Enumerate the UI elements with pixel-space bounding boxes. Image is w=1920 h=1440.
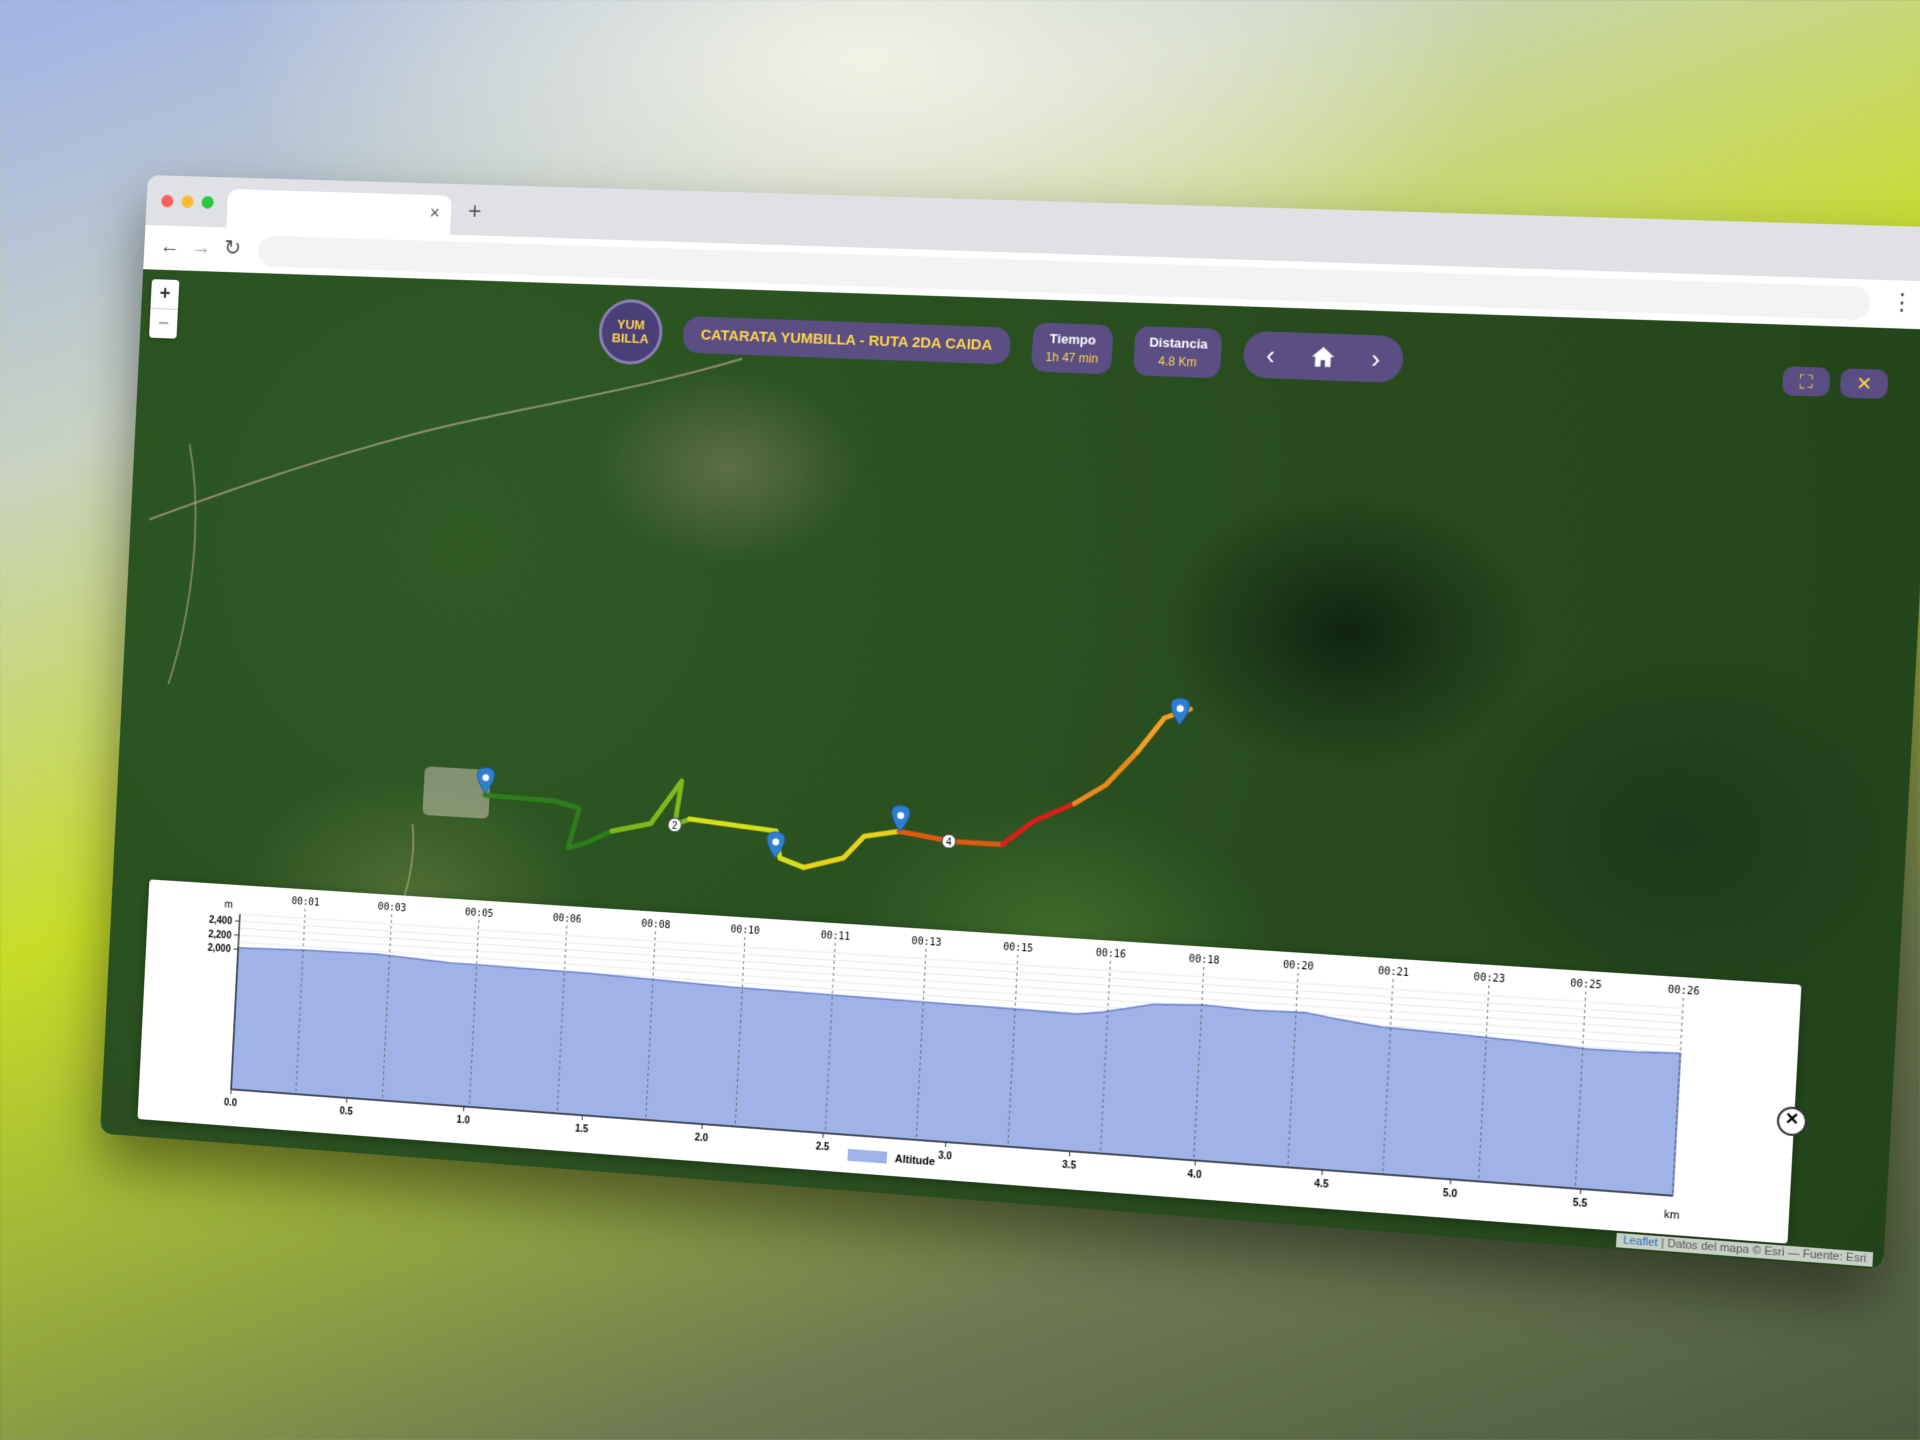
time-tick-label: 00:15: [1003, 942, 1034, 955]
home-icon[interactable]: [1309, 343, 1337, 370]
y-unit-label: m: [224, 898, 233, 910]
reload-icon[interactable]: ↻: [219, 235, 246, 261]
x-tick-label: 5.5: [1572, 1197, 1588, 1210]
time-tick-label: 00:13: [911, 936, 941, 949]
zoom-control: + −: [149, 279, 179, 339]
time-stat: Tiempo 1h 47 min: [1031, 322, 1114, 374]
map-corner-controls: ⛶ ✕: [1782, 366, 1889, 399]
distance-stat: Distancia 4.8 Km: [1134, 325, 1223, 378]
close-window-button[interactable]: [161, 195, 174, 208]
time-tick-label: 00:10: [730, 924, 760, 937]
x-tick-label: 4.5: [1314, 1178, 1329, 1191]
next-arrow-icon[interactable]: ›: [1370, 343, 1381, 374]
time-tick-label: 00:06: [552, 913, 581, 926]
window-controls: [161, 195, 214, 209]
route-title: CATARATA YUMBILLA - RUTA 2DA CAIDA: [683, 316, 1012, 365]
previous-arrow-icon[interactable]: ‹: [1265, 340, 1275, 371]
x-tick-label: 3.0: [938, 1150, 953, 1162]
zoom-out-button[interactable]: −: [149, 308, 178, 339]
time-tick-label: 00:01: [291, 896, 320, 909]
road: [168, 444, 199, 685]
time-tick-label: 00:03: [378, 902, 407, 915]
time-tick-label: 00:25: [1570, 978, 1602, 992]
time-tick-label: 00:23: [1473, 972, 1505, 986]
legend-label: Altitude: [894, 1153, 935, 1168]
zoom-in-button[interactable]: +: [150, 279, 179, 309]
route-segment: [1074, 748, 1137, 807]
x-tick-label: 2.0: [694, 1132, 709, 1144]
distance-value: 4.8 Km: [1148, 353, 1207, 369]
chart-legend: Altitude: [847, 1149, 935, 1169]
close-map-icon[interactable]: ✕: [1840, 368, 1889, 399]
new-tab-button[interactable]: +: [467, 198, 482, 226]
route-navigation: ‹ ›: [1243, 331, 1404, 383]
x-tick-label: 5.0: [1442, 1188, 1458, 1201]
forward-icon[interactable]: →: [188, 234, 215, 260]
browser-menu-icon[interactable]: ⋮: [1889, 289, 1914, 317]
x-tick-label: 4.0: [1187, 1169, 1202, 1181]
road: [149, 337, 742, 546]
brand-logo: YUM BILLA: [597, 298, 664, 365]
route-track[interactable]: [482, 672, 1190, 890]
x-tick-label: 2.5: [815, 1141, 830, 1153]
map-marker-icon[interactable]: [891, 805, 910, 832]
x-tick-label: 0.5: [339, 1106, 353, 1118]
minimize-window-button[interactable]: [181, 195, 194, 208]
maximize-window-button[interactable]: [201, 196, 214, 209]
x-tick-label: 1.0: [456, 1115, 470, 1127]
time-tick-label: 00:05: [465, 907, 494, 920]
time-value: 1h 47 min: [1045, 349, 1098, 365]
x-tick-label: 0.0: [224, 1097, 238, 1109]
satellite-map[interactable]: 2 4 + − YUM BILLA CATARATA YUMBILLA - RU…: [100, 269, 1920, 1270]
route-segment: [1002, 800, 1074, 849]
time-tick-label: 00:08: [641, 918, 671, 931]
time-tick-label: 00:20: [1283, 960, 1314, 973]
back-icon[interactable]: ←: [157, 233, 184, 259]
y-tick-label: 2,400: [209, 915, 233, 927]
time-tick-label: 00:18: [1189, 954, 1220, 967]
distance-label: Distancia: [1149, 334, 1208, 351]
time-tick-label: 00:26: [1667, 984, 1700, 998]
y-tick-label: 2,200: [208, 929, 232, 941]
x-unit-label: km: [1664, 1208, 1680, 1222]
legend-swatch: [847, 1149, 887, 1164]
route-segment: [482, 795, 613, 851]
browser-window: × + ← → ↻ ⋮ 2 4 + − YUM BILLA CATARATA Y…: [100, 175, 1920, 1270]
y-tick-label: 2,000: [207, 943, 231, 955]
route-segment: [687, 819, 805, 867]
time-tick-label: 00:16: [1095, 948, 1126, 961]
x-tick-label: 1.5: [575, 1123, 589, 1135]
route-segment: [804, 826, 899, 873]
leaflet-link[interactable]: Leaflet: [1623, 1234, 1658, 1249]
time-tick-label: 00:21: [1378, 966, 1410, 979]
map-marker-icon[interactable]: [1170, 698, 1190, 725]
time-tick-label: 00:11: [820, 930, 850, 943]
time-label: Tiempo: [1046, 330, 1099, 347]
waypoint-label: 2: [672, 821, 678, 832]
map-marker-icon[interactable]: [766, 832, 785, 859]
fullscreen-icon[interactable]: ⛶: [1782, 366, 1831, 397]
markers: [474, 662, 1190, 882]
x-tick-label: 3.5: [1062, 1160, 1077, 1172]
tab-close-icon[interactable]: ×: [429, 203, 440, 224]
